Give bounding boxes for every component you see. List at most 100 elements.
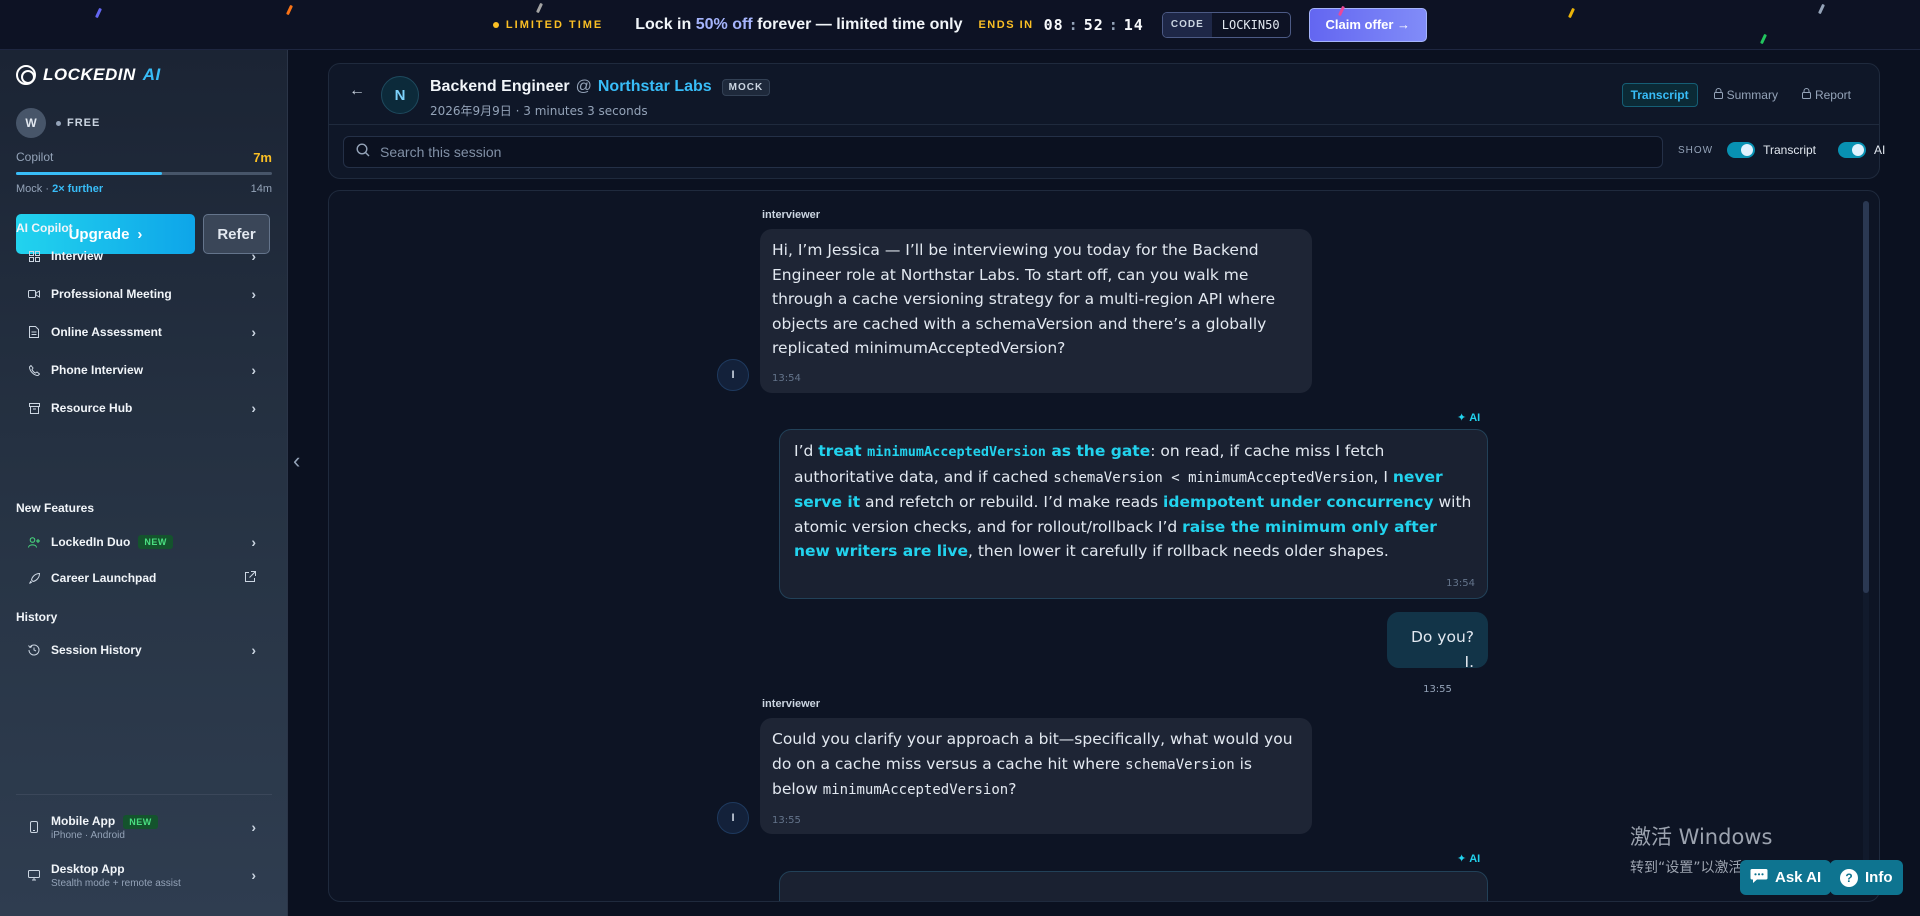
- claim-offer-label: Claim offer →: [1325, 17, 1411, 32]
- mock-usage-label: Mock · 2× further: [16, 183, 103, 195]
- collapse-sidebar-icon[interactable]: ‹: [293, 448, 300, 474]
- ai-message: [779, 871, 1488, 901]
- promo-code-value[interactable]: LOCKIN50: [1212, 13, 1290, 37]
- ask-ai-button[interactable]: Ask AI: [1740, 860, 1832, 895]
- message-time: 13:54: [1446, 577, 1475, 589]
- sidebar-item-phone-interview[interactable]: Phone Interview ›: [16, 354, 272, 386]
- sidebar-item-session-history[interactable]: Session History ›: [16, 634, 272, 666]
- chevron-right-icon: ›: [251, 248, 256, 264]
- chevron-right-icon: ›: [251, 400, 256, 416]
- mock-label: Mock: [16, 183, 43, 195]
- transcript-toggle[interactable]: [1727, 142, 1756, 158]
- plan-label: FREE: [67, 117, 101, 129]
- highlight-code: minimumAcceptedVersion: [867, 444, 1046, 460]
- tab-summary[interactable]: Summary: [1706, 83, 1786, 107]
- chevron-right-icon: ›: [251, 819, 256, 835]
- timer-hours: 08: [1043, 15, 1064, 34]
- interviewer-message: Could you clarify your approach a bit—sp…: [760, 718, 1312, 834]
- session-header: ← N Backend Engineer @ Northstar Labs MO…: [328, 63, 1880, 125]
- sidebar-divider: [16, 794, 272, 795]
- scrollbar[interactable]: [1863, 201, 1869, 893]
- session-meta: 2026年9月9日 · 3 minutes 3 seconds: [430, 104, 648, 118]
- interviewer-avatar: I: [717, 802, 749, 834]
- mobile-app-subtitle: iPhone · Android: [51, 829, 125, 841]
- inline-code: schemaVersion: [1125, 756, 1235, 773]
- info-button[interactable]: ? Info: [1830, 860, 1903, 895]
- sidebar-item-professional-meeting[interactable]: Professional Meeting ›: [16, 278, 272, 310]
- desktop-icon: [28, 869, 40, 881]
- sidebar-item-label: Interview: [51, 249, 104, 263]
- inline-code: schemaVersion < minimumAcceptedVersion: [1053, 469, 1374, 486]
- back-arrow-icon[interactable]: ←: [349, 82, 365, 100]
- message-text: ?: [1008, 780, 1017, 798]
- claim-offer-button[interactable]: Claim offer →: [1308, 7, 1428, 42]
- interviewer-message: Hi, I’m Jessica — I’ll be interviewing y…: [760, 229, 1312, 393]
- sidebar-item-desktop-app[interactable]: Desktop App Stealth mode + remote assist…: [16, 856, 272, 894]
- sidebar-item-mobile-app[interactable]: Mobile App NEW iPhone · Android ›: [16, 808, 272, 846]
- dot-icon: [492, 21, 499, 28]
- show-label: SHOW: [1678, 144, 1714, 156]
- sidebar-item-label: Session History: [51, 643, 142, 657]
- ai-toggle[interactable]: [1838, 142, 1867, 158]
- speaker-label: interviewer: [762, 698, 821, 710]
- chevron-right-icon: ›: [251, 362, 256, 378]
- session-search-bar: SHOW Transcript AI: [328, 125, 1885, 179]
- highlight-text: idempotent under concurrency: [1163, 493, 1434, 511]
- section-title-ai-copilot: AI Copilot: [16, 221, 73, 235]
- sidebar-item-resource-hub[interactable]: Resource Hub ›: [16, 392, 272, 424]
- confetti-decoration: [536, 2, 543, 14]
- show-filters: SHOW Transcript AI: [1678, 142, 1885, 158]
- mock-further: 2× further: [52, 183, 104, 195]
- sidebar-item-interview[interactable]: Interview ›: [16, 240, 272, 272]
- message-time: 13:54: [772, 372, 801, 384]
- lock-icon: [1801, 88, 1811, 102]
- plan-badge: FREE: [56, 117, 100, 129]
- promo-code[interactable]: CODE LOCKIN50: [1161, 11, 1291, 38]
- avatar[interactable]: W: [16, 108, 46, 138]
- ai-tag-label: AI: [1469, 411, 1481, 424]
- sidebar: LOCKEDIN AI W FREE Copilot 7m Mock · 2× …: [0, 50, 288, 916]
- sidebar-item-label: Online Assessment: [51, 325, 162, 339]
- sidebar-item-lockedin-duo[interactable]: LockedIn Duo NEW ›: [16, 526, 272, 558]
- desktop-app-subtitle: Stealth mode + remote assist: [51, 877, 181, 889]
- tab-label: Summary: [1726, 88, 1778, 102]
- tab-report[interactable]: Report: [1794, 83, 1859, 107]
- logo-text: LOCKEDIN: [43, 65, 136, 84]
- session-tabs: Transcript Summary Report: [1621, 83, 1859, 107]
- message-text: , then lower it carefully if rollback ne…: [967, 542, 1389, 560]
- scrollbar-thumb[interactable]: [1863, 201, 1869, 593]
- sparkle-icon: ✦: [1457, 412, 1467, 424]
- sidebar-item-label: Desktop App: [51, 861, 125, 876]
- session-title: Backend Engineer @ Northstar Labs MOCK: [430, 78, 771, 96]
- company-name[interactable]: Northstar Labs: [598, 78, 712, 96]
- ai-tag-label: AI: [1469, 852, 1481, 865]
- confetti-decoration: [1818, 3, 1825, 15]
- sidebar-item-career-launchpad[interactable]: Career Launchpad: [16, 562, 272, 594]
- copilot-usage-label: Copilot: [16, 150, 54, 164]
- mock-usage-amount: 14m: [250, 183, 272, 195]
- rocket-icon: [28, 572, 40, 584]
- search-input[interactable]: [380, 144, 1640, 160]
- document-icon: [28, 326, 40, 338]
- user-message: Do you? I. 13:55: [1387, 612, 1488, 695]
- new-badge: NEW: [123, 814, 158, 829]
- limited-time-label: LIMITED TIME: [505, 18, 604, 31]
- grid-icon: [28, 250, 40, 262]
- confetti-decoration: [1568, 7, 1575, 19]
- interviewer-avatar: I: [717, 359, 749, 391]
- ai-toggle-label: AI: [1874, 143, 1886, 157]
- transcript-panel[interactable]: interviewer I Hi, I’m Jessica — I’ll be …: [328, 190, 1880, 902]
- archive-icon: [28, 402, 40, 414]
- user-row[interactable]: W FREE: [16, 108, 100, 138]
- sidebar-item-online-assessment[interactable]: Online Assessment ›: [16, 316, 272, 348]
- app-logo[interactable]: LOCKEDIN AI: [16, 65, 161, 85]
- highlight-part: as the gate: [1045, 442, 1151, 460]
- tab-transcript[interactable]: Transcript: [1621, 83, 1698, 107]
- usage-bar-fill: [16, 172, 162, 175]
- section-title-history: History: [16, 610, 58, 624]
- help-icon: ?: [1840, 868, 1858, 887]
- promo-prefix: Lock in: [635, 15, 692, 33]
- confetti-decoration: [95, 7, 102, 19]
- search-field[interactable]: [343, 136, 1663, 168]
- promo-code-label: CODE: [1162, 12, 1212, 37]
